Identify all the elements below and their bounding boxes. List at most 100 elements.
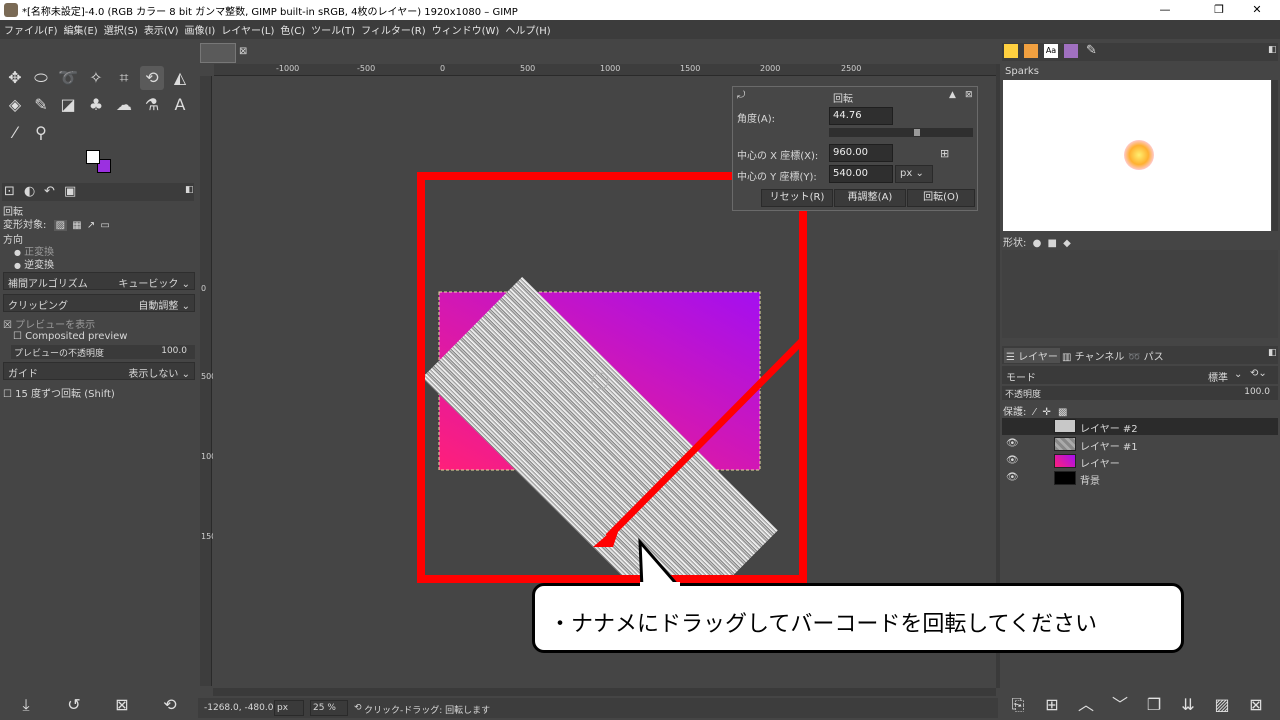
layer-row[interactable]: 👁 背景	[1002, 470, 1278, 487]
ellipse-select-icon[interactable]: ⬭	[29, 66, 53, 90]
fuzzy-select-icon[interactable]: ✧	[84, 66, 108, 90]
angle-input[interactable]: 44.76	[829, 107, 893, 125]
lock-position-icon[interactable]: ✛	[1042, 407, 1050, 418]
composited-preview-checkbox[interactable]: ☐ Composited preview	[13, 331, 127, 342]
panel-menu-icon[interactable]: ◧	[1268, 348, 1277, 358]
menu-help[interactable]: ヘルプ(H)	[505, 22, 550, 37]
horizontal-scrollbar[interactable]	[213, 688, 996, 696]
crop-icon[interactable]: ⌗	[112, 66, 136, 90]
close-tab-icon[interactable]: ⊠	[239, 46, 247, 57]
reset-options-icon[interactable]: ⟲	[158, 693, 182, 717]
brushes-tab-icon[interactable]	[1004, 44, 1018, 58]
merge-layer-icon[interactable]: ⇊	[1176, 693, 1200, 717]
direction-reverse-radio[interactable]: ● 逆変換	[14, 256, 54, 271]
tab-channels[interactable]: ▥ チャンネル	[1062, 348, 1124, 363]
tab-paths[interactable]: ➿ パス	[1128, 348, 1164, 363]
tool-options-tab-icon[interactable]: ⊡	[4, 184, 15, 199]
menu-tools[interactable]: ツール(T)	[311, 22, 355, 37]
layer-target-icon[interactable]: ▨	[53, 220, 68, 231]
readjust-button[interactable]: 再調整(A)	[834, 189, 906, 207]
layer-opacity-slider[interactable]: 不透明度 100.0	[1002, 386, 1278, 400]
menu-file[interactable]: ファイル(F)	[4, 22, 58, 37]
shape-circle-icon[interactable]: ●	[1033, 238, 1042, 249]
minimize-button[interactable]: —	[1142, 0, 1188, 20]
preview-opacity-slider[interactable]: プレビューの不透明度 100.0	[11, 345, 195, 359]
lock-pixels-icon[interactable]: ⁄	[1034, 407, 1036, 418]
menu-select[interactable]: 選択(S)	[104, 22, 138, 37]
menu-image[interactable]: 画像(I)	[185, 22, 216, 37]
interpolation-combo[interactable]: 補間アルゴリズム キュービック ⌄	[3, 272, 195, 290]
lower-layer-icon[interactable]: ﹀	[1108, 693, 1132, 717]
warp-icon[interactable]: ◭	[168, 66, 192, 90]
undo-history-tab-icon[interactable]: ↶	[44, 184, 55, 199]
close-button[interactable]: ✕	[1234, 0, 1280, 20]
brush-editor-sliders[interactable]	[1002, 250, 1278, 338]
snap-15-checkbox[interactable]: ☐ 15 度ずつ回転 (Shift)	[3, 385, 115, 400]
paint-dynamics-tab-icon[interactable]: ✎	[1086, 43, 1097, 58]
eye-icon[interactable]: 👁	[1006, 472, 1019, 483]
restore-options-icon[interactable]: ↺	[62, 693, 86, 717]
menu-windows[interactable]: ウィンドウ(W)	[432, 22, 500, 37]
angle-slider[interactable]	[829, 128, 973, 137]
eye-icon[interactable]: 👁	[1006, 455, 1019, 466]
lasso-icon[interactable]: ➰	[56, 66, 80, 90]
image-target-icon[interactable]: ▭	[100, 220, 109, 231]
panel-menu-icon[interactable]: ◧	[1268, 45, 1277, 55]
menu-view[interactable]: 表示(V)	[144, 22, 179, 37]
images-tab-icon[interactable]: ▣	[64, 184, 76, 199]
show-preview-checkbox[interactable]: ☒ プレビューを表示	[3, 316, 95, 331]
new-layer-icon[interactable]: ⎘	[1006, 693, 1030, 717]
layer-row[interactable]: 👁 レイヤー	[1002, 453, 1278, 470]
menu-color[interactable]: 色(C)	[280, 22, 305, 37]
shape-diamond-icon[interactable]: ◆	[1063, 238, 1071, 249]
color-picker-icon[interactable]: ⁄	[3, 121, 27, 145]
save-options-icon[interactable]: ⤓	[14, 693, 38, 717]
unit-select[interactable]: px ⌄	[895, 165, 933, 183]
selection-target-icon[interactable]: ▦	[72, 220, 81, 231]
status-unit-select[interactable]: px	[274, 700, 304, 716]
zoom-icon[interactable]: ⚲	[29, 121, 53, 145]
mode-switch-icon[interactable]: ⟲⌄	[1250, 368, 1267, 379]
mask-layer-icon[interactable]: ▨	[1210, 693, 1234, 717]
menu-filters[interactable]: フィルター(R)	[361, 22, 426, 37]
text-tool-icon[interactable]: A	[168, 93, 192, 117]
paintbrush-icon[interactable]: ✎	[29, 93, 53, 117]
move-tool-icon[interactable]: ✥	[3, 66, 27, 90]
reset-button[interactable]: リセット(R)	[761, 189, 833, 207]
center-y-input[interactable]: 540.00	[829, 165, 893, 183]
raise-layer-icon[interactable]: ︿	[1074, 693, 1098, 717]
guides-combo[interactable]: ガイド 表示しない ⌄	[3, 362, 195, 380]
center-x-input[interactable]: 960.00	[829, 144, 893, 162]
dialog-collapse-icon[interactable]: ▲	[949, 90, 956, 100]
clone-icon[interactable]: ♣	[84, 93, 108, 117]
panel-menu-icon[interactable]: ◧	[185, 185, 194, 195]
dodge-icon[interactable]: ⚗	[140, 93, 164, 117]
zoom-select[interactable]: 25 %	[310, 700, 348, 716]
layer-row[interactable]: レイヤー #2	[1002, 418, 1278, 435]
dialog-close-icon[interactable]: ⊠	[965, 90, 973, 100]
brush-preview[interactable]	[1003, 80, 1271, 231]
tab-layers[interactable]: ☰ レイヤー	[1004, 348, 1060, 363]
duplicate-layer-icon[interactable]: ❐	[1142, 693, 1166, 717]
mode-combo[interactable]: モード 標準 ⌄ ⟲⌄	[1002, 366, 1278, 384]
device-status-tab-icon[interactable]: ◐	[24, 184, 35, 199]
smudge-icon[interactable]: ☁	[112, 93, 136, 117]
image-tab-thumbnail[interactable]	[200, 43, 236, 63]
fonts-tab-icon[interactable]: Aa	[1044, 44, 1058, 58]
rotate-tool-icon[interactable]: ⟲	[140, 66, 164, 90]
layer-row[interactable]: 👁 レイヤー #1	[1002, 436, 1278, 453]
lock-alpha-icon[interactable]: ▩	[1058, 407, 1067, 418]
brush-scrollbar[interactable]	[1272, 80, 1278, 231]
menu-layer[interactable]: レイヤー(L)	[221, 22, 274, 37]
delete-layer-icon[interactable]: ⊠	[1244, 693, 1268, 717]
angle-slider-handle[interactable]	[914, 129, 920, 136]
delete-options-icon[interactable]: ⊠	[110, 693, 134, 717]
clipping-combo[interactable]: クリッピング 自動調整 ⌄	[3, 294, 195, 312]
shape-square-icon[interactable]: ■	[1047, 238, 1056, 249]
eraser-icon[interactable]: ◪	[56, 93, 80, 117]
patterns-tab-icon[interactable]	[1024, 44, 1038, 58]
eye-icon[interactable]: 👁	[1006, 438, 1019, 449]
menu-edit[interactable]: 編集(E)	[64, 22, 98, 37]
bucket-fill-icon[interactable]: ◈	[3, 93, 27, 117]
path-target-icon[interactable]: ↗	[87, 220, 95, 231]
